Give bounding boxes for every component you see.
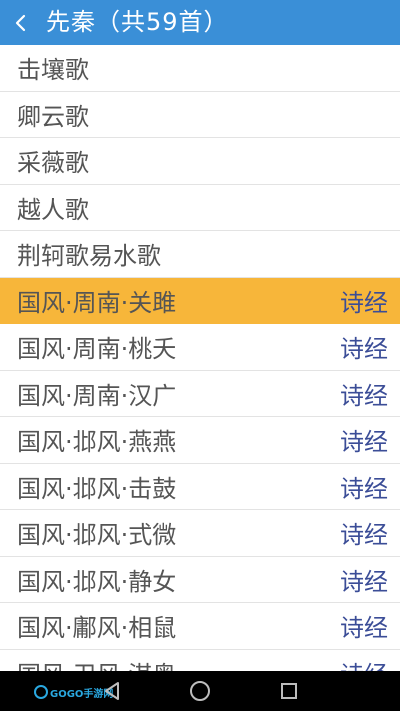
poem-title: 国风·卫风·淇奥 [17, 655, 176, 671]
nav-home-icon[interactable] [175, 671, 225, 711]
nav-recents-icon[interactable] [264, 671, 314, 711]
list-item[interactable]: 国风·邶风·式微 诗经 [0, 510, 400, 557]
list-item[interactable]: 国风·邶风·燕燕 诗经 [0, 417, 400, 464]
poem-source: 诗经 [340, 655, 388, 671]
poem-title: 国风·周南·桃夭 [17, 335, 177, 364]
system-nav-bar: GOGO手游网 [0, 671, 400, 711]
poem-source: 诗经 [340, 428, 388, 457]
list-item[interactable]: 国风·鄘风·相鼠 诗经 [0, 603, 400, 650]
back-arrow-icon[interactable] [0, 0, 40, 45]
poem-list: 击壤歌 卿云歌 采薇歌 越人歌 荆轲歌易水歌 国风·周南·关雎 诗经 国风·周南… [0, 45, 400, 671]
poem-title: 击壤歌 [17, 56, 89, 85]
poem-title: 国风·鄘风·相鼠 [17, 614, 177, 643]
poem-source: 诗经 [340, 521, 388, 550]
poem-title: 国风·周南·汉广 [17, 381, 177, 410]
list-item[interactable]: 击壤歌 [0, 45, 400, 92]
poem-title: 越人歌 [17, 195, 89, 224]
list-item[interactable]: 荆轲歌易水歌 [0, 231, 400, 278]
poem-title: 国风·邶风·式微 [17, 521, 177, 550]
list-item[interactable]: 国风·卫风·淇奥 诗经 [0, 649, 400, 671]
poem-source: 诗经 [340, 381, 388, 410]
poem-title: 国风·邶风·燕燕 [17, 428, 177, 457]
poem-source: 诗经 [340, 474, 388, 503]
app-header: 先秦（共59首） [0, 0, 400, 45]
watermark-ring-icon [34, 685, 48, 699]
page-title: 先秦（共59首） [46, 8, 229, 36]
list-item[interactable]: 国风·周南·汉广 诗经 [0, 370, 400, 417]
poem-source: 诗经 [340, 335, 388, 364]
poem-title: 采薇歌 [17, 149, 89, 178]
poem-title: 荆轲歌易水歌 [17, 242, 161, 271]
list-item[interactable]: 越人歌 [0, 184, 400, 231]
poem-source: 诗经 [340, 614, 388, 643]
poem-source: 诗经 [340, 288, 388, 317]
list-item[interactable]: 国风·邶风·击鼓 诗经 [0, 463, 400, 510]
poem-title: 国风·邶风·击鼓 [17, 474, 177, 503]
list-item[interactable]: 国风·邶风·静女 诗经 [0, 556, 400, 603]
list-item[interactable]: 采薇歌 [0, 138, 400, 185]
poem-title: 卿云歌 [17, 102, 89, 131]
nav-back-icon[interactable] [88, 671, 138, 711]
list-item-selected[interactable]: 国风·周南·关雎 诗经 [0, 277, 400, 324]
poem-source: 诗经 [340, 567, 388, 596]
list-item[interactable]: 卿云歌 [0, 91, 400, 138]
poem-title: 国风·邶风·静女 [17, 567, 177, 596]
poem-title: 国风·周南·关雎 [17, 288, 177, 317]
list-item[interactable]: 国风·周南·桃夭 诗经 [0, 324, 400, 371]
